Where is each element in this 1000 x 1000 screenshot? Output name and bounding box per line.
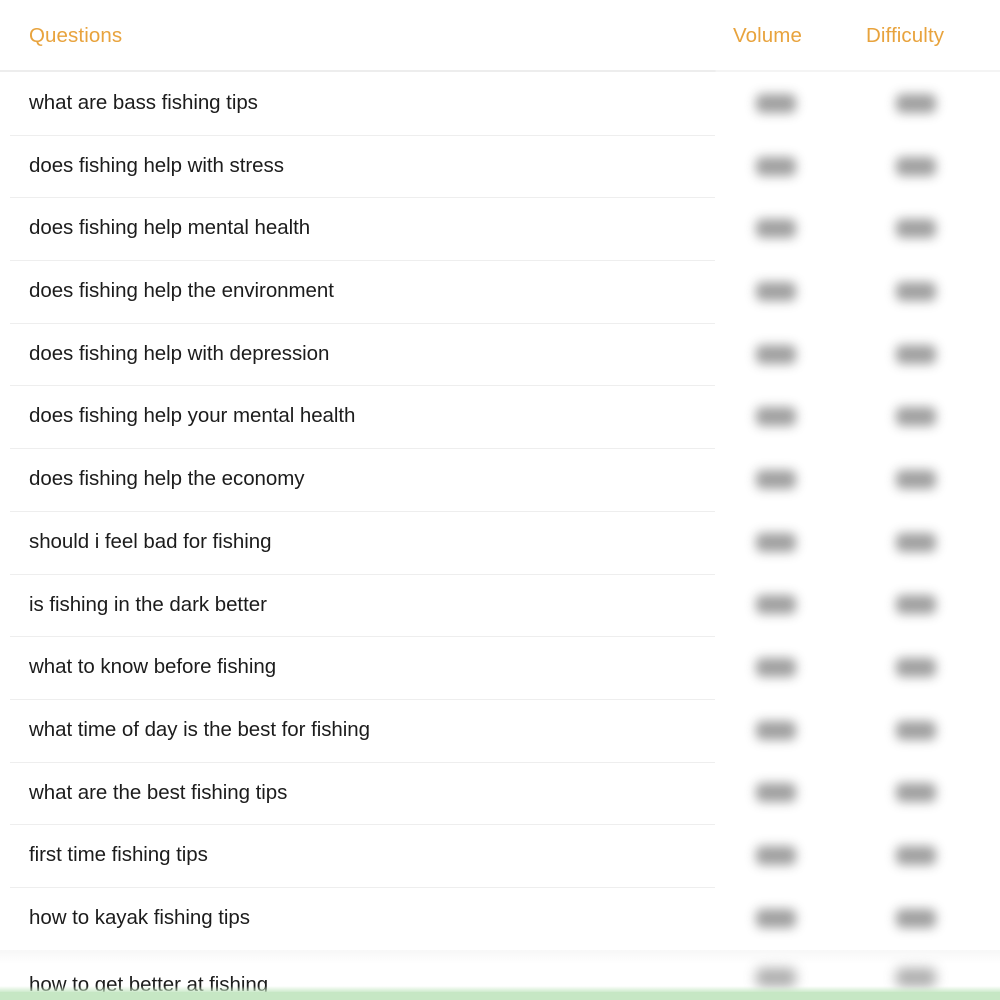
blurred-value-pill bbox=[756, 720, 796, 740]
question-text[interactable]: what time of day is the best for fishing bbox=[29, 699, 370, 762]
blurred-value-pill bbox=[756, 344, 796, 364]
blurred-value-pill bbox=[896, 407, 936, 427]
question-text[interactable]: does fishing help your mental health bbox=[29, 385, 355, 448]
volume-value-blurred bbox=[736, 511, 816, 574]
table-row[interactable]: what are bass fishing tips bbox=[0, 72, 1000, 135]
blurred-value-pill bbox=[756, 219, 796, 239]
column-header-difficulty[interactable]: Difficulty bbox=[866, 24, 944, 48]
question-text[interactable]: should i feel bad for fishing bbox=[29, 511, 271, 574]
blurred-value-pill bbox=[896, 156, 936, 176]
blurred-value-pill bbox=[756, 93, 796, 113]
difficulty-value-blurred bbox=[876, 511, 956, 574]
blurred-value-pill bbox=[756, 846, 796, 866]
blurred-value-pill bbox=[756, 658, 796, 678]
difficulty-value-blurred bbox=[876, 762, 956, 825]
table-row[interactable]: does fishing help mental health bbox=[0, 197, 1000, 260]
difficulty-value-blurred bbox=[876, 135, 956, 198]
questions-table-body: what are bass fishing tips does fishing h… bbox=[0, 72, 1000, 1000]
table-row[interactable]: should i feel bad for fishing bbox=[0, 510, 1000, 574]
question-text[interactable]: what are the best fishing tips bbox=[29, 762, 287, 825]
table-row[interactable]: does fishing help the economy bbox=[0, 448, 1000, 511]
volume-value-blurred bbox=[736, 72, 816, 135]
blurred-value-pill bbox=[896, 595, 936, 615]
table-row[interactable]: what are the best fishing tips bbox=[0, 761, 1000, 825]
blurred-value-pill bbox=[896, 783, 936, 803]
question-text[interactable]: is fishing in the dark better bbox=[29, 574, 267, 637]
column-header-questions[interactable]: Questions bbox=[29, 24, 122, 48]
blurred-value-pill bbox=[896, 93, 936, 113]
question-text[interactable]: does fishing help the economy bbox=[29, 448, 305, 511]
blurred-value-pill bbox=[756, 968, 796, 988]
table-row[interactable]: what time of day is the best for fishing bbox=[0, 698, 1000, 762]
table-header: Questions Volume Difficulty bbox=[0, 0, 1000, 72]
blurred-value-pill bbox=[896, 908, 936, 928]
questions-table-page: Questions Volume Difficulty what are bas… bbox=[0, 0, 1000, 1000]
volume-value-blurred bbox=[736, 824, 816, 887]
difficulty-value-blurred bbox=[876, 636, 956, 699]
volume-value-blurred bbox=[736, 636, 816, 699]
volume-value-blurred bbox=[736, 197, 816, 260]
blurred-value-pill bbox=[756, 407, 796, 427]
question-text[interactable]: what to know before fishing bbox=[29, 636, 276, 699]
table-row[interactable]: does fishing help with depression bbox=[0, 322, 1000, 386]
difficulty-value-blurred bbox=[876, 385, 956, 448]
bottom-green-strip bbox=[0, 992, 1000, 1000]
difficulty-value-blurred bbox=[876, 887, 956, 950]
difficulty-value-blurred bbox=[876, 323, 956, 386]
blurred-value-pill bbox=[756, 156, 796, 176]
difficulty-value-blurred bbox=[876, 448, 956, 511]
volume-value-blurred bbox=[736, 887, 816, 950]
question-text[interactable]: how to kayak fishing tips bbox=[29, 887, 250, 950]
volume-value-blurred bbox=[736, 135, 816, 198]
question-text[interactable]: does fishing help the environment bbox=[29, 260, 334, 323]
difficulty-value-blurred bbox=[876, 72, 956, 135]
table-row[interactable]: does fishing help the environment bbox=[0, 260, 1000, 323]
volume-value-blurred bbox=[736, 574, 816, 637]
blurred-value-pill bbox=[756, 469, 796, 489]
blurred-value-pill bbox=[896, 469, 936, 489]
difficulty-value-blurred bbox=[876, 574, 956, 637]
table-row[interactable]: first time fishing tips bbox=[0, 824, 1000, 887]
question-text[interactable]: does fishing help mental health bbox=[29, 197, 310, 260]
blurred-value-pill bbox=[896, 344, 936, 364]
difficulty-value-blurred bbox=[876, 824, 956, 887]
question-text[interactable]: does fishing help with stress bbox=[29, 135, 284, 198]
volume-value-blurred bbox=[736, 385, 816, 448]
difficulty-value-blurred bbox=[876, 699, 956, 762]
blurred-value-pill bbox=[756, 281, 796, 301]
blurred-value-pill bbox=[896, 281, 936, 301]
volume-value-blurred bbox=[736, 260, 816, 323]
question-text[interactable]: first time fishing tips bbox=[29, 824, 208, 887]
volume-value-blurred bbox=[736, 762, 816, 825]
volume-value-blurred bbox=[736, 699, 816, 762]
column-header-volume[interactable]: Volume bbox=[733, 24, 802, 48]
blurred-value-pill bbox=[756, 595, 796, 615]
difficulty-value-blurred bbox=[876, 197, 956, 260]
blurred-value-pill bbox=[756, 908, 796, 928]
volume-value-blurred bbox=[736, 323, 816, 386]
blurred-value-pill bbox=[896, 846, 936, 866]
question-text[interactable]: what are bass fishing tips bbox=[29, 72, 258, 135]
blurred-value-pill bbox=[896, 720, 936, 740]
difficulty-value-blurred bbox=[876, 260, 956, 323]
blurred-value-pill bbox=[896, 219, 936, 239]
blurred-value-pill bbox=[896, 968, 936, 988]
volume-value-blurred bbox=[736, 448, 816, 511]
table-row[interactable]: does fishing help your mental health bbox=[0, 385, 1000, 448]
blurred-value-pill bbox=[896, 658, 936, 678]
table-row[interactable]: is fishing in the dark better bbox=[0, 573, 1000, 637]
table-row[interactable]: does fishing help with stress bbox=[0, 134, 1000, 198]
question-text[interactable]: does fishing help with depression bbox=[29, 323, 329, 386]
blurred-value-pill bbox=[756, 532, 796, 552]
table-row[interactable]: what to know before fishing bbox=[0, 636, 1000, 699]
blurred-value-pill bbox=[756, 783, 796, 803]
table-row[interactable]: how to kayak fishing tips bbox=[0, 886, 1000, 950]
blurred-value-pill bbox=[896, 532, 936, 552]
